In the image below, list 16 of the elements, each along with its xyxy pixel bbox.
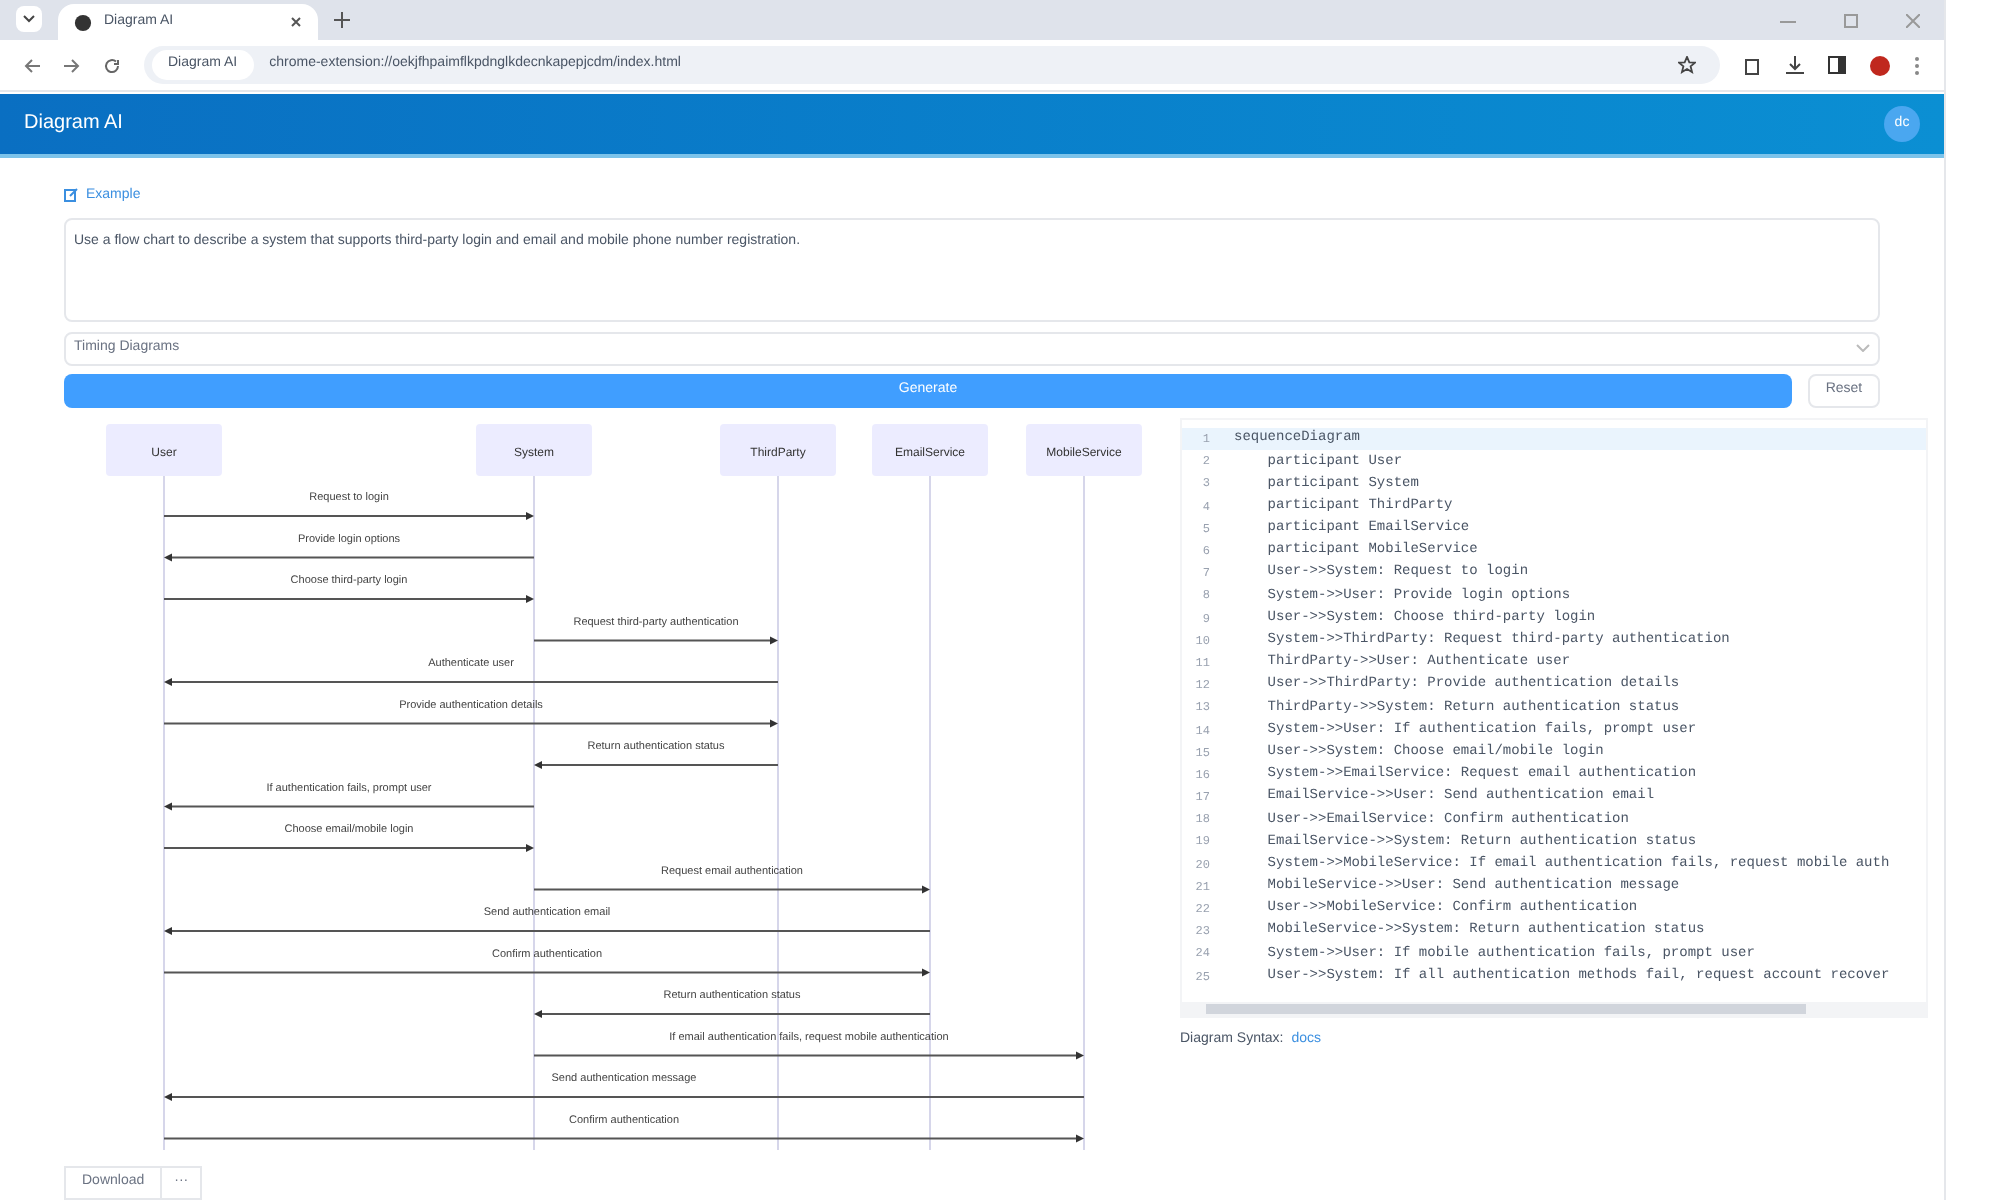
edit-icon bbox=[64, 188, 78, 203]
tab-list-icon[interactable] bbox=[16, 6, 42, 33]
reload-icon[interactable] bbox=[104, 57, 120, 74]
new-tab-icon[interactable] bbox=[334, 12, 350, 29]
close-icon[interactable] bbox=[290, 16, 302, 29]
profile-icon[interactable] bbox=[1870, 55, 1890, 76]
more-icon[interactable] bbox=[1914, 55, 1920, 76]
sidebar-icon[interactable] bbox=[1828, 56, 1846, 75]
code-editor[interactable] bbox=[1180, 417, 1928, 1018]
download-icon[interactable] bbox=[1786, 56, 1804, 75]
back-icon[interactable] bbox=[24, 57, 40, 74]
app-title: Diagram AI bbox=[24, 110, 125, 139]
forward-icon[interactable] bbox=[64, 57, 80, 74]
horizontal-scrollbar[interactable] bbox=[1182, 1001, 1926, 1016]
star-icon[interactable] bbox=[1678, 56, 1696, 75]
chevron-down-icon bbox=[1856, 344, 1870, 353]
